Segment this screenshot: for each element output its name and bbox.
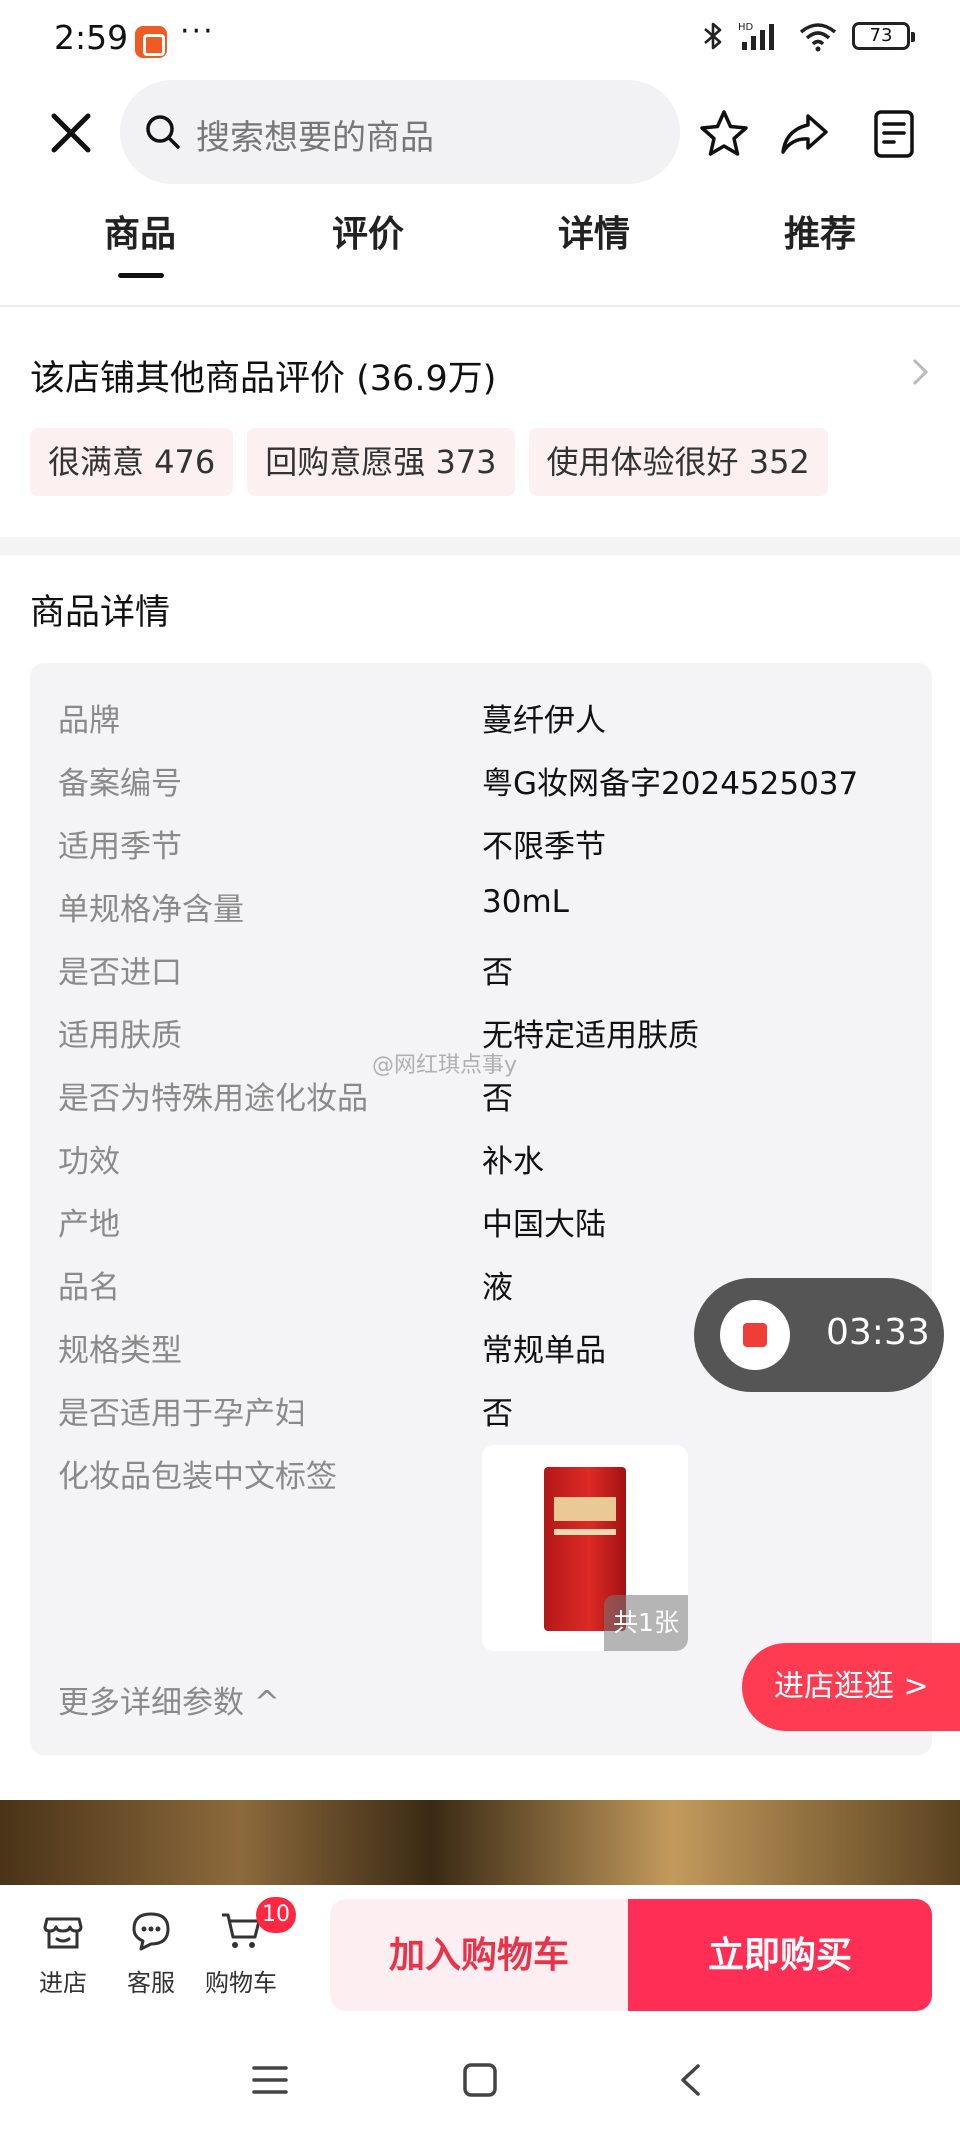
spec-label: 适用肤质: [58, 1018, 182, 1054]
spec-label: 规格类型: [58, 1333, 182, 1369]
spec-label: 品牌: [58, 703, 120, 739]
spec-row: 功效 补水: [58, 1136, 918, 1182]
spec-value: 常规单品: [482, 1333, 606, 1369]
spec-label: 单规格净含量: [58, 892, 244, 928]
search-input[interactable]: 搜索想要的商品: [120, 80, 680, 184]
network-label: HD: [738, 22, 754, 33]
store-label: 进店: [39, 1969, 87, 1997]
image-count-badge: 共1张: [604, 1595, 688, 1651]
spec-row: 是否进口 否: [58, 947, 918, 993]
spec-label: 是否进口: [58, 955, 182, 991]
spec-value: 30mL: [482, 884, 569, 920]
store-reviews-title[interactable]: 该店铺其他商品评价 (36.9万): [30, 350, 496, 401]
promo-banner-image: [0, 1800, 960, 1890]
cart-button[interactable]: 10 购物车: [196, 1897, 296, 1998]
spec-row: 备案编号 粤G妆网备字2024525037: [58, 758, 918, 804]
status-time: 2:59: [54, 18, 129, 57]
spec-row: 单规格净含量 30mL: [58, 884, 918, 930]
status-bar: 2:59 ··· HD 73: [0, 0, 960, 80]
spec-label: 备案编号: [58, 766, 182, 802]
cart-label: 购物车: [205, 1969, 277, 1997]
menu-icon[interactable]: [252, 2063, 288, 2097]
review-tag[interactable]: 很满意 476: [30, 428, 234, 496]
review-tag[interactable]: 回购意愿强 373: [247, 428, 515, 496]
recording-timer: 03:33: [826, 1312, 930, 1353]
divider: [0, 305, 960, 307]
buy-now-button[interactable]: 立即购买: [628, 1899, 932, 2011]
spec-value: 不限季节: [482, 829, 606, 865]
chat-icon: [132, 1912, 170, 1951]
spec-value: 中国大陆: [482, 1207, 606, 1243]
review-tags: 很满意 476 回购意愿强 373 使用体验很好 352: [30, 428, 828, 496]
stop-recording-button[interactable]: [720, 1300, 790, 1370]
chevron-right-icon[interactable]: [910, 356, 930, 388]
spec-row: 产地 中国大陆: [58, 1199, 918, 1245]
spec-label: 适用季节: [58, 829, 182, 865]
spec-label: 是否适用于孕产妇: [58, 1396, 306, 1432]
battery-indicator: 73: [852, 22, 915, 50]
service-label: 客服: [127, 1969, 175, 1997]
home-icon[interactable]: [462, 2063, 498, 2097]
review-tag[interactable]: 使用体验很好 352: [528, 428, 828, 496]
screen-recording-pill[interactable]: 03:33: [694, 1278, 944, 1392]
spec-value: 补水: [482, 1144, 544, 1180]
store-button[interactable]: 进店: [18, 1909, 108, 1998]
package-label-thumbnail[interactable]: 共1张: [482, 1445, 688, 1651]
spec-label: 品名: [58, 1270, 120, 1306]
spec-row: 是否为特殊用途化妆品 否: [58, 1073, 918, 1119]
tab-product[interactable]: 商品: [70, 205, 210, 257]
more-params-toggle[interactable]: 更多详细参数 ^: [58, 1677, 280, 1722]
tab-reviews[interactable]: 评价: [298, 205, 438, 257]
tab-bar: 商品 评价 详情 推荐: [0, 205, 960, 305]
watermark: @网红琪点事y: [372, 1053, 518, 1078]
back-icon[interactable]: [676, 2063, 706, 2097]
spec-value: 否: [482, 955, 513, 991]
spec-label: 化妆品包装中文标签: [58, 1459, 337, 1495]
status-icons: HD 73: [702, 20, 915, 52]
spec-value: 粤G妆网备字2024525037: [482, 766, 859, 802]
spec-row: 品牌 蔓纤伊人: [58, 695, 918, 741]
store-icon: [43, 1917, 83, 1949]
signal-icon: HD: [738, 22, 774, 50]
add-to-cart-button[interactable]: 加入购物车: [330, 1899, 628, 2011]
tab-active-indicator: [118, 273, 164, 278]
share-icon[interactable]: [778, 108, 830, 160]
spec-label: 功效: [58, 1144, 120, 1180]
spec-card: 品牌 蔓纤伊人 备案编号 粤G妆网备字2024525037 适用季节 不限季节 …: [30, 663, 932, 1755]
notes-icon[interactable]: [868, 108, 920, 160]
spec-label: 产地: [58, 1207, 120, 1243]
spec-value: 液: [482, 1270, 513, 1306]
tab-recommend[interactable]: 推荐: [750, 205, 890, 257]
spec-label: 是否为特殊用途化妆品: [58, 1081, 368, 1117]
tab-details[interactable]: 详情: [524, 205, 664, 257]
spec-row: 是否适用于孕产妇 否: [58, 1388, 918, 1434]
close-icon[interactable]: [46, 108, 96, 158]
spec-value: 否: [482, 1081, 513, 1117]
system-navigation-bar: [0, 2025, 960, 2133]
bluetooth-icon: [704, 22, 722, 50]
details-title: 商品详情: [30, 593, 171, 633]
app-notification-icon: [135, 26, 167, 58]
search-placeholder: 搜索想要的商品: [196, 118, 434, 158]
section-divider: [0, 537, 960, 555]
more-notifications-indicator: ···: [180, 14, 215, 49]
enter-store-button[interactable]: 进店逛逛 >: [742, 1643, 960, 1731]
search-icon: [146, 115, 180, 149]
spec-row: 适用季节 不限季节: [58, 821, 918, 867]
star-icon[interactable]: [698, 108, 750, 160]
customer-service-button[interactable]: 客服: [106, 1909, 196, 1998]
spec-value: 否: [482, 1396, 513, 1432]
spec-value: 蔓纤伊人: [482, 703, 606, 739]
bottom-action-bar: 进店 客服 10 购物车 加入购物车 立即购买: [0, 1885, 960, 2025]
cart-count-badge: 10: [256, 1897, 296, 1933]
wifi-icon: [799, 23, 837, 52]
